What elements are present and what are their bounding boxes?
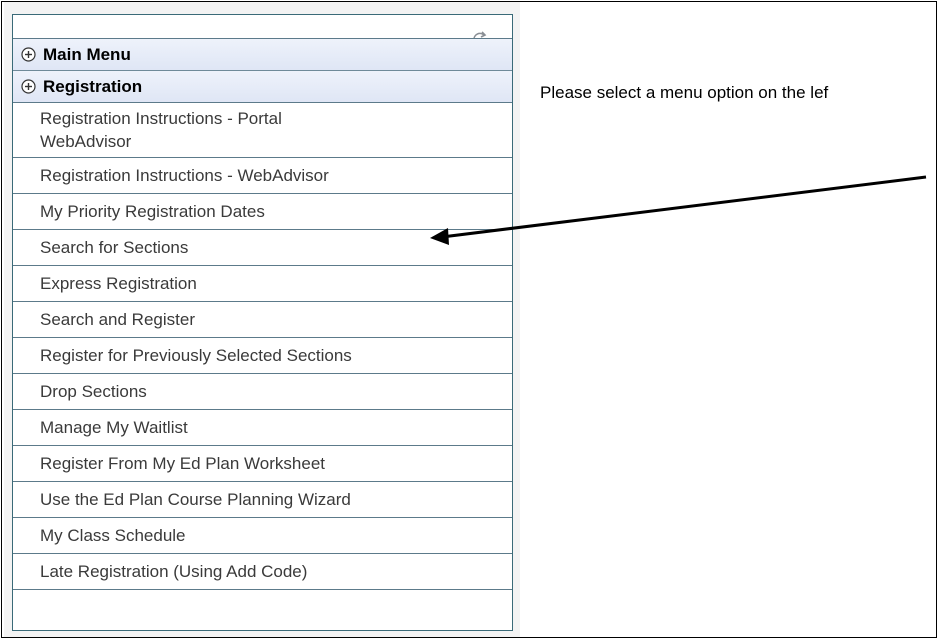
- menu-item-search-for-sections[interactable]: Search for Sections: [13, 230, 512, 266]
- plus-circle-icon: [21, 47, 36, 62]
- menu-item-registration-instructions-webadvisor[interactable]: Registration Instructions - WebAdvisor: [13, 158, 512, 194]
- menu-item-priority-registration-dates[interactable]: My Priority Registration Dates: [13, 194, 512, 230]
- instruction-message: Please select a menu option on the lef: [540, 83, 829, 102]
- menu-item-label: My Priority Registration Dates: [40, 201, 265, 221]
- main-menu-header[interactable]: Main Menu: [13, 38, 512, 70]
- registration-header[interactable]: Registration: [13, 70, 512, 102]
- menu-item-label: Search for Sections: [40, 237, 189, 257]
- menu-item-label: Use the Ed Plan Course Planning Wizard: [40, 489, 351, 509]
- menu-item-label: Late Registration (Using Add Code): [40, 561, 308, 581]
- menu-item-label: Register From My Ed Plan Worksheet: [40, 453, 325, 473]
- menu-item-register-from-ed-plan[interactable]: Register From My Ed Plan Worksheet: [13, 446, 512, 482]
- registration-items: Registration Instructions - Portal WebAd…: [13, 102, 512, 590]
- menu-item-express-registration[interactable]: Express Registration: [13, 266, 512, 302]
- menu-item-register-previously-selected[interactable]: Register for Previously Selected Section…: [13, 338, 512, 374]
- menu-item-label: My Class Schedule: [40, 525, 186, 545]
- menu-item-late-registration[interactable]: Late Registration (Using Add Code): [13, 554, 512, 590]
- menu-item-class-schedule[interactable]: My Class Schedule: [13, 518, 512, 554]
- menu-item-registration-instructions-portal[interactable]: Registration Instructions - Portal WebAd…: [13, 103, 512, 158]
- menu-item-label: Manage My Waitlist: [40, 417, 188, 437]
- menu-item-label: Drop Sections: [40, 381, 147, 401]
- page-frame: Main Menu Registration Registration Inst…: [1, 1, 937, 638]
- registration-label: Registration: [43, 76, 143, 96]
- main-menu-label: Main Menu: [43, 44, 131, 64]
- menu-item-label: Registration Instructions - Portal WebAd…: [40, 109, 282, 151]
- menu-item-ed-plan-wizard[interactable]: Use the Ed Plan Course Planning Wizard: [13, 482, 512, 518]
- menu-item-label: Register for Previously Selected Section…: [40, 345, 352, 365]
- menu-item-search-and-register[interactable]: Search and Register: [13, 302, 512, 338]
- menu-item-label: Express Registration: [40, 273, 197, 293]
- registration-menu: Main Menu Registration Registration Inst…: [12, 14, 513, 631]
- menu-item-label: Registration Instructions - WebAdvisor: [40, 165, 329, 185]
- menu-item-label: Search and Register: [40, 309, 195, 329]
- plus-circle-icon: [21, 79, 36, 94]
- left-column: Main Menu Registration Registration Inst…: [4, 2, 520, 637]
- menu-item-drop-sections[interactable]: Drop Sections: [13, 374, 512, 410]
- menu-item-manage-waitlist[interactable]: Manage My Waitlist: [13, 410, 512, 446]
